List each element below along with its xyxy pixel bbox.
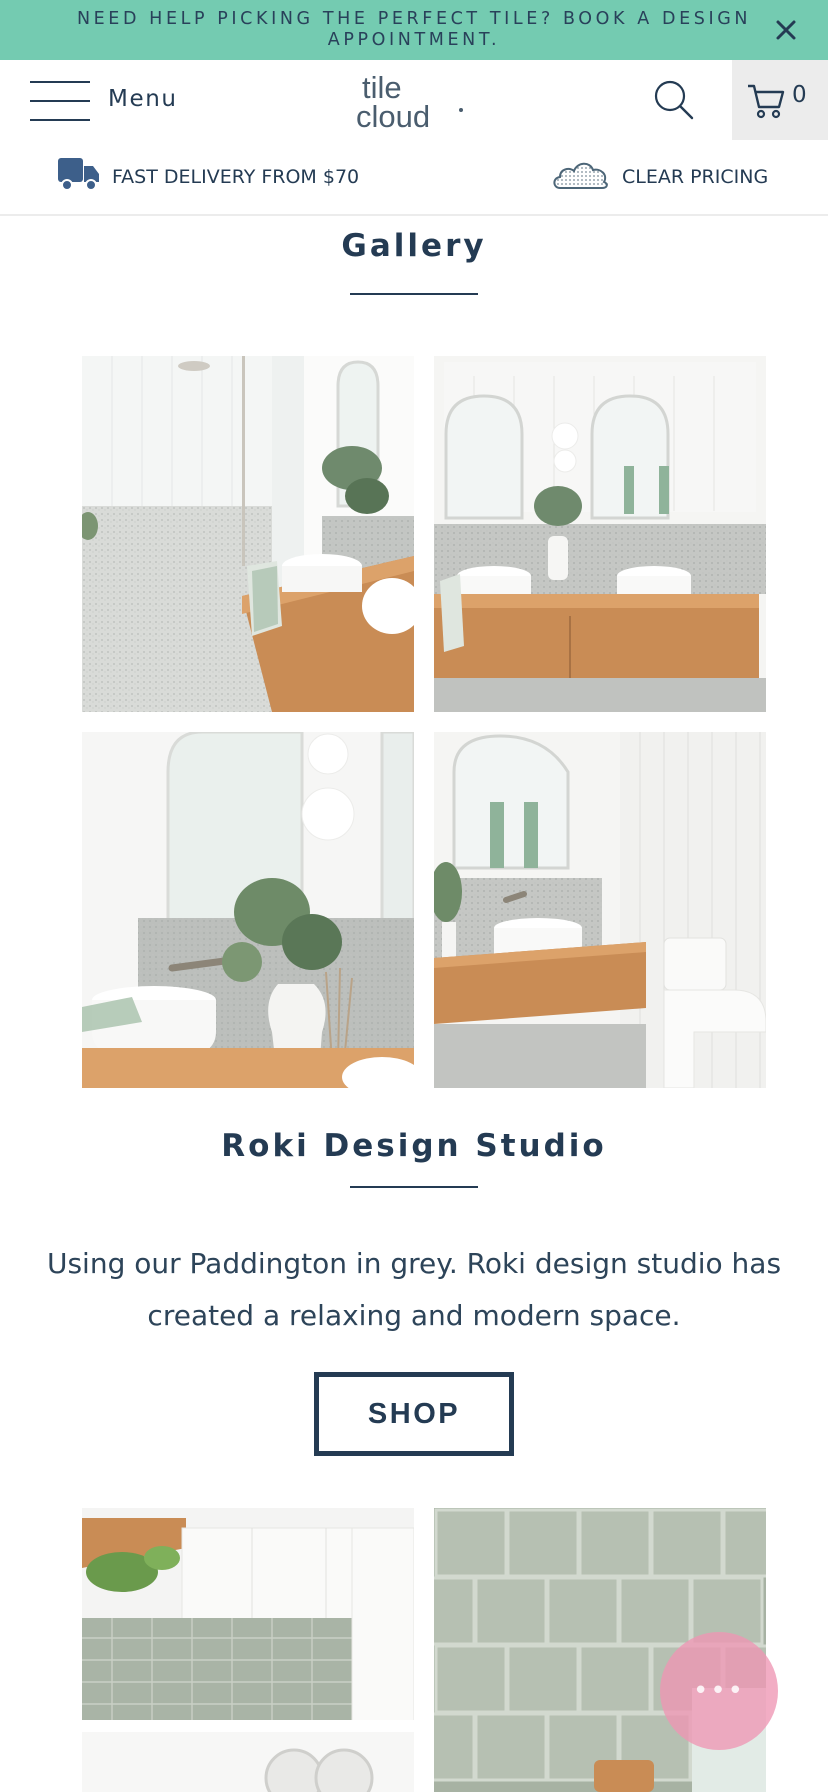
site-header: Menu tile cloud 0: [0, 60, 828, 140]
value-prop-text: CLEAR PRICING: [622, 166, 769, 188]
cart-button[interactable]: 0: [732, 60, 828, 140]
close-icon[interactable]: [770, 14, 802, 46]
cart-count[interactable]: 0: [792, 82, 807, 108]
gallery-image-shower-vanity[interactable]: [82, 356, 414, 712]
gallery-image-double-vanity[interactable]: [434, 356, 766, 712]
gallery-image-basin-eucalyptus[interactable]: [82, 732, 414, 1088]
tilecloud-logo[interactable]: tile cloud: [352, 70, 476, 134]
cloud-icon: [552, 158, 610, 194]
value-prop-text: FAST DELIVERY FROM $70: [112, 166, 360, 188]
studio-description: Using our Paddington in grey. Roki desig…: [46, 1247, 782, 1332]
hamburger-icon[interactable]: [30, 80, 90, 122]
announcement-text[interactable]: NEED HELP PICKING THE PERFECT TILE? BOOK…: [40, 9, 788, 51]
gallery-image-vanity-toilet[interactable]: [434, 732, 766, 1088]
search-icon[interactable]: [652, 78, 696, 122]
chat-icon[interactable]: •••: [660, 1676, 778, 1706]
menu-label[interactable]: Menu: [108, 86, 178, 112]
shop-button[interactable]: SHOP: [314, 1372, 514, 1456]
announcement-bar[interactable]: NEED HELP PICKING THE PERFECT TILE? BOOK…: [0, 0, 828, 60]
gallery-title: Gallery: [341, 228, 487, 264]
delivery-truck-icon: [58, 158, 100, 196]
cart-icon[interactable]: [746, 80, 786, 120]
menu-button[interactable]: Menu: [30, 78, 190, 124]
value-props-bar: FAST DELIVERY FROM $70 CLEAR PRICING: [0, 140, 828, 216]
chat-button[interactable]: •••: [660, 1632, 778, 1750]
logo-text-bottom: cloud: [356, 99, 430, 132]
studio-title: Roki Design Studio: [221, 1128, 607, 1164]
studio-image-laundry[interactable]: [82, 1508, 414, 1792]
title-underline: [350, 1186, 478, 1188]
title-underline: [350, 293, 478, 295]
